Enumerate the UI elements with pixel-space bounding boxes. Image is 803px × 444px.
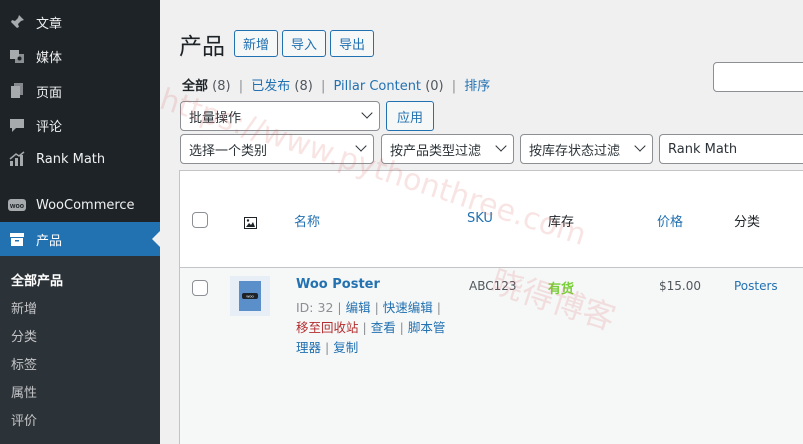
pin-icon [7,12,27,32]
sidebar-item-rank-math[interactable]: Rank Math [0,142,160,176]
sidebar-item-comments[interactable]: 评论 [0,108,160,142]
sidebar-item-label: WooCommerce [36,197,135,213]
pages-icon [7,81,27,101]
trash-link[interactable]: 移至回收站 [296,320,359,335]
submenu-categories[interactable]: 分类 [11,326,37,345]
view-sorting[interactable]: 排序 [464,79,490,94]
chevron-down-icon [634,140,646,152]
media-icon [7,46,27,66]
rank-math-filter-select[interactable]: Rank Math [659,134,803,164]
apply-button[interactable]: 应用 [386,101,434,131]
sidebar-item-label: 页面 [36,85,63,101]
stock-status-filter-select[interactable]: 按库存状态过滤 [520,134,653,164]
chevron-down-icon [355,140,367,152]
view-published[interactable]: 已发布 [251,79,290,94]
main-content: 产品 新增 导入 导出 全部 (8) | 已发布 (8) | Pillar Co… [156,0,803,444]
view-link[interactable]: 查看 [371,320,396,335]
products-table: 名称 SKU 库存 价格 分类 woo Woo Poster ID: 32 | … [179,170,803,444]
product-type-filter-value: 按产品类型过滤 [390,143,482,159]
bulk-action-select[interactable]: 批量操作 [180,101,380,131]
separator: | [238,79,244,94]
column-price[interactable]: 价格 [657,211,683,230]
view-published-count: (8) [294,79,313,94]
category-filter-select[interactable]: 选择一个类别 [180,134,374,164]
product-name-link[interactable]: Woo Poster [296,277,380,292]
view-pillar-content[interactable]: Pillar Content [334,79,422,94]
sidebar-item-products[interactable]: 产品 [0,222,160,256]
stock-status-filter-value: 按库存状态过滤 [529,143,621,159]
duplicate-link[interactable]: 复制 [333,340,358,355]
view-filters: 全部 (8) | 已发布 (8) | Pillar Content (0) | … [182,75,490,94]
table-row: woo Woo Poster ID: 32 | 编辑 | 快速编辑 | 移至回收… [180,268,803,444]
row-checkbox[interactable] [192,280,208,296]
sidebar-item-label: 媒体 [36,50,63,66]
woo-icon: woo [7,195,27,215]
bulk-action-value: 批量操作 [189,110,242,126]
export-button[interactable]: 导出 [330,30,374,57]
sidebar-item-woocommerce[interactable]: woo WooCommerce [0,188,160,222]
category-link[interactable]: Posters [734,279,778,293]
sidebar-item-label: 文章 [36,16,63,32]
column-stock: 库存 [548,215,575,230]
image-column-icon [244,214,257,233]
sidebar-item-label: Rank Math [36,151,106,167]
page-title: 产品 [179,34,225,60]
import-button[interactable]: 导入 [282,30,326,57]
add-new-button[interactable]: 新增 [234,30,278,57]
price-cell: $15.00 [659,279,701,293]
submenu-add-new[interactable]: 新增 [11,298,37,317]
edit-link[interactable]: 编辑 [346,300,371,315]
sidebar-item-label: 产品 [36,233,63,249]
column-name[interactable]: 名称 [294,211,320,230]
column-sku[interactable]: SKU [467,211,493,226]
view-all[interactable]: 全部 [182,79,208,94]
search-input[interactable] [713,62,803,92]
product-type-filter-select[interactable]: 按产品类型过滤 [381,134,514,164]
submenu-attributes[interactable]: 属性 [11,382,37,401]
svg-text:woo: woo [246,294,254,299]
rank-math-filter-value: Rank Math [668,141,738,157]
admin-sidebar: 文章 媒体 页面 评论 Rank Math woo WooCommerce 产品… [0,0,160,444]
view-pillar-count: (0) [425,79,444,94]
chevron-down-icon [361,107,373,119]
svg-text:woo: woo [9,203,24,210]
submenu-tags[interactable]: 标签 [11,354,37,373]
product-thumbnail[interactable]: woo [230,276,270,316]
sidebar-item-label: 评论 [36,119,63,135]
view-all-count: (8) [212,79,231,94]
submenu-reviews[interactable]: 评价 [11,410,37,429]
submenu-all-products[interactable]: 全部产品 [11,270,63,289]
category-filter-value: 选择一个类别 [189,143,268,159]
product-id: ID: 32 [296,300,334,315]
separator: | [451,79,457,94]
comments-icon [7,115,27,135]
row-actions: ID: 32 | 编辑 | 快速编辑 | 移至回收站 | 查看 | 脚本管理器 … [296,300,446,355]
sidebar-item-posts[interactable]: 文章 [0,5,160,39]
select-all-checkbox[interactable] [192,212,208,228]
sku-cell: ABC123 [469,279,517,293]
quick-edit-link[interactable]: 快速编辑 [383,300,433,315]
sidebar-item-pages[interactable]: 页面 [0,74,160,108]
stock-status-badge: 有货 [548,282,575,297]
products-icon [7,229,27,249]
chevron-down-icon [495,140,507,152]
table-header: 名称 SKU 库存 价格 分类 [180,171,803,268]
products-submenu: 全部产品 新增 分类 标签 属性 评价 [0,256,160,444]
sidebar-item-media[interactable]: 媒体 [0,39,160,73]
column-categories: 分类 [734,215,761,230]
active-indicator [152,231,160,247]
rank-math-icon [7,149,27,169]
separator: | [320,79,326,94]
